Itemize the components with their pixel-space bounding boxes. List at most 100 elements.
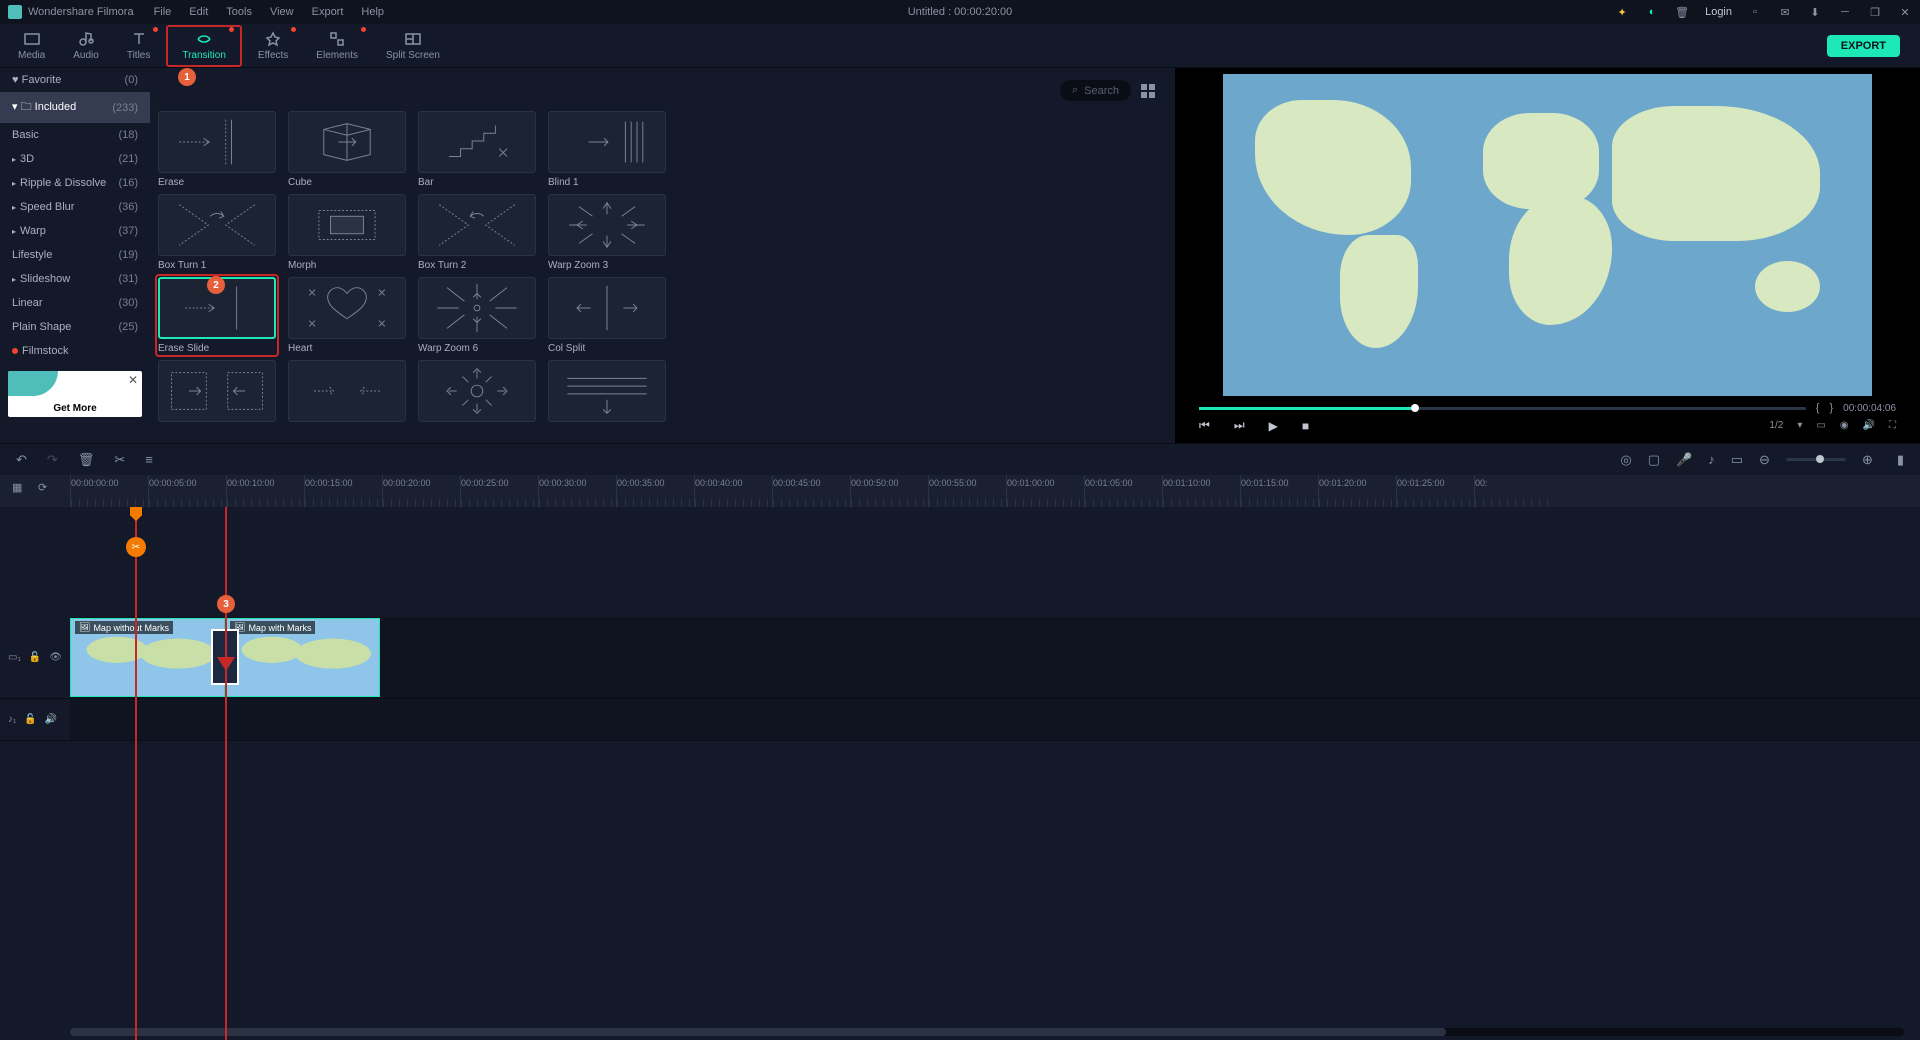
- split-icon[interactable]: ✂: [114, 452, 125, 468]
- sidebar-included[interactable]: ▾ 🗀 Included (233): [0, 92, 150, 123]
- sidebar-filmstock[interactable]: Filmstock: [0, 339, 150, 363]
- tab-titles[interactable]: Titles: [113, 27, 165, 65]
- ruler-mark[interactable]: 00:01:00:00: [1006, 475, 1084, 507]
- fit-icon[interactable]: ▮: [1897, 452, 1904, 468]
- sidebar-item-speedblur[interactable]: ▸Speed Blur(36): [0, 195, 150, 219]
- stop-icon[interactable]: ■: [1302, 419, 1309, 433]
- prev-frame-icon[interactable]: ⏮: [1199, 418, 1210, 433]
- sidebar-item-lifestyle[interactable]: Lifestyle(19): [0, 243, 150, 267]
- ruler-mark[interactable]: 00:00:30:00: [538, 475, 616, 507]
- transition-row4-2[interactable]: [288, 360, 406, 422]
- ruler-mark[interactable]: 00:01:15:00: [1240, 475, 1318, 507]
- ruler-link-icon[interactable]: ⟳: [38, 481, 47, 494]
- transition-cube[interactable]: Cube: [288, 111, 406, 188]
- promo-banner[interactable]: ✕ Get More: [8, 371, 142, 417]
- timeline-hscroll[interactable]: [70, 1028, 1904, 1036]
- undo-icon[interactable]: ↶: [16, 452, 27, 468]
- search-input[interactable]: ⌕ Search: [1060, 80, 1131, 101]
- minimize-icon[interactable]: ─: [1838, 5, 1852, 19]
- frame-icon[interactable]: ▭: [1731, 452, 1743, 468]
- zoom-in-icon[interactable]: ⊕: [1862, 452, 1873, 468]
- ruler-mark[interactable]: 00:01:25:00: [1396, 475, 1474, 507]
- lightbulb-icon[interactable]: ✦: [1615, 5, 1629, 19]
- transition-row4-3[interactable]: [418, 360, 536, 422]
- ruler-mark[interactable]: 00:00:55:00: [928, 475, 1006, 507]
- sidebar-item-plainshape[interactable]: Plain Shape(25): [0, 315, 150, 339]
- menu-file[interactable]: File: [154, 6, 172, 18]
- sidebar-item-warp[interactable]: ▸Warp(37): [0, 219, 150, 243]
- ruler-mark[interactable]: 00:: [1474, 475, 1552, 507]
- chevron-down-icon[interactable]: ▾: [1797, 420, 1802, 431]
- mic-icon[interactable]: 🎤: [1676, 452, 1692, 468]
- snapshot-icon[interactable]: ◉: [1840, 420, 1849, 431]
- transition-warpzoom3[interactable]: Warp Zoom 3: [548, 194, 666, 271]
- sidebar-favorite[interactable]: ♥ Favorite (0): [0, 68, 150, 92]
- preview-screen[interactable]: [1223, 74, 1872, 396]
- fullscreen-icon[interactable]: ⛶: [1889, 420, 1896, 431]
- ruler-mark[interactable]: 00:00:10:00: [226, 475, 304, 507]
- menu-view[interactable]: View: [270, 6, 294, 18]
- ruler-mark[interactable]: 00:00:40:00: [694, 475, 772, 507]
- ruler-mark[interactable]: 00:01:10:00: [1162, 475, 1240, 507]
- clip-2[interactable]: 🖼Map with Marks: [225, 618, 380, 697]
- ruler-mark[interactable]: 00:00:20:00: [382, 475, 460, 507]
- sidebar-item-slideshow[interactable]: ▸Slideshow(31): [0, 267, 150, 291]
- marker-icon[interactable]: ◎: [1620, 452, 1631, 468]
- close-icon[interactable]: ✕: [1898, 5, 1912, 19]
- sidebar-item-linear[interactable]: Linear(30): [0, 291, 150, 315]
- menu-edit[interactable]: Edit: [189, 6, 208, 18]
- headphones-icon[interactable]: ◐: [1645, 5, 1659, 19]
- play-icon[interactable]: ▶: [1269, 419, 1278, 433]
- tab-elements[interactable]: Elements: [302, 27, 372, 65]
- ruler-mark[interactable]: 00:00:00:00: [70, 475, 148, 507]
- transition-blind1[interactable]: Blind 1: [548, 111, 666, 188]
- tab-effects[interactable]: Effects: [244, 27, 302, 65]
- tab-splitscreen[interactable]: Split Screen: [372, 27, 454, 65]
- transition-morph[interactable]: Morph: [288, 194, 406, 271]
- ruler-snap-icon[interactable]: ▦: [12, 481, 22, 494]
- transition-row4-4[interactable]: [548, 360, 666, 422]
- ruler-mark[interactable]: 00:00:25:00: [460, 475, 538, 507]
- ruler-mark[interactable]: 00:01:20:00: [1318, 475, 1396, 507]
- tab-media[interactable]: Media: [4, 27, 59, 65]
- video-track-head[interactable]: ▭₁ 🔓 👁: [0, 652, 70, 663]
- save-icon[interactable]: ▫: [1748, 5, 1762, 19]
- playback-progress[interactable]: [1199, 407, 1806, 410]
- transition-colsplit[interactable]: Col Split: [548, 277, 666, 354]
- tab-audio[interactable]: Audio: [59, 27, 113, 65]
- transition-bar[interactable]: Bar: [418, 111, 536, 188]
- track-lock-icon[interactable]: 🔓: [29, 652, 41, 663]
- menu-tools[interactable]: Tools: [226, 6, 252, 18]
- menu-help[interactable]: Help: [361, 6, 384, 18]
- audio-track-head[interactable]: ♪₁ 🔓 🔊: [0, 714, 70, 725]
- download-icon[interactable]: ⬇: [1808, 5, 1822, 19]
- trash-icon[interactable]: 🗑: [1675, 5, 1689, 19]
- next-frame-icon[interactable]: ⏭: [1234, 418, 1245, 433]
- transition-boxturn1[interactable]: Box Turn 1: [158, 194, 276, 271]
- ruler-mark[interactable]: 00:00:05:00: [148, 475, 226, 507]
- adjust-icon[interactable]: ≡: [145, 452, 153, 467]
- mail-icon[interactable]: ✉: [1778, 5, 1792, 19]
- track-mute-icon[interactable]: 🔊: [45, 714, 57, 725]
- promo-close-icon[interactable]: ✕: [128, 373, 138, 387]
- grid-view-icon[interactable]: [1141, 84, 1155, 98]
- tab-transition[interactable]: Transition: [166, 25, 242, 67]
- menu-export[interactable]: Export: [312, 6, 344, 18]
- transition-warpzoom6[interactable]: Warp Zoom 6: [418, 277, 536, 354]
- login-button[interactable]: Login: [1705, 6, 1732, 18]
- timeline-ruler[interactable]: ▦ ⟳ 00:00:00:0000:00:05:0000:00:10:0000:…: [0, 475, 1920, 507]
- transition-row4-1[interactable]: [158, 360, 276, 422]
- delete-icon[interactable]: 🗑: [78, 452, 95, 468]
- playhead[interactable]: ✂: [135, 507, 137, 1040]
- ruler-mark[interactable]: 00:01:05:00: [1084, 475, 1162, 507]
- ruler-mark[interactable]: 00:00:45:00: [772, 475, 850, 507]
- maximize-icon[interactable]: ❐: [1868, 5, 1882, 19]
- shield-icon[interactable]: ▢: [1648, 452, 1660, 468]
- ruler-mark[interactable]: 00:00:15:00: [304, 475, 382, 507]
- zoom-slider[interactable]: [1786, 458, 1846, 461]
- ruler-mark[interactable]: 00:00:35:00: [616, 475, 694, 507]
- display-icon[interactable]: ▭: [1816, 420, 1825, 431]
- transition-boxturn2[interactable]: Box Turn 2: [418, 194, 536, 271]
- track-lock-icon[interactable]: 🔓: [24, 714, 36, 725]
- zoom-out-icon[interactable]: ⊖: [1759, 452, 1770, 468]
